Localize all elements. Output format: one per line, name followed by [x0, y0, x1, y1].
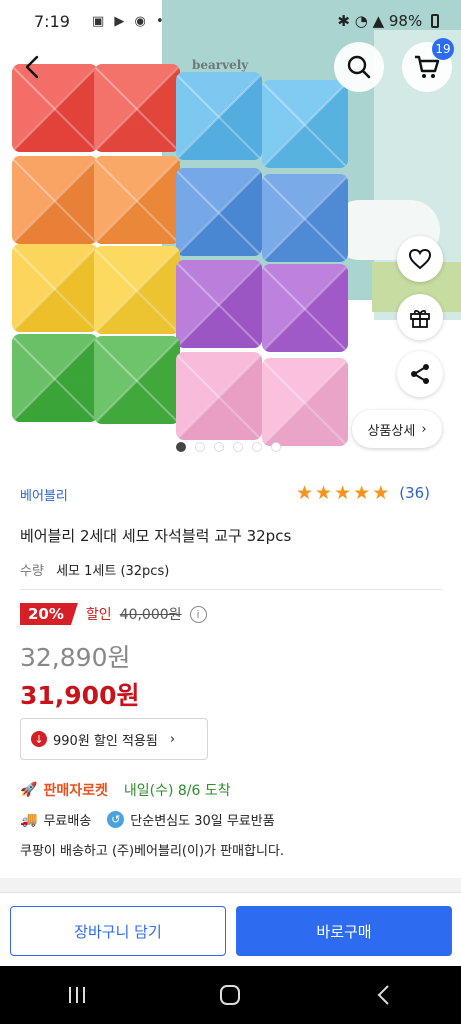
brand-link[interactable]: 베어블리: [20, 485, 68, 504]
rocket-label: 판매자로켓: [43, 783, 108, 799]
star-icon: ★: [315, 482, 333, 504]
block-green: [94, 336, 180, 424]
status-bar: 7:19 ▣ ▶ ◉ • ✱ ◔ ▲ 98%: [0, 0, 461, 44]
discount-label: 할인: [85, 607, 112, 623]
home-button[interactable]: [200, 975, 260, 1015]
block-blue: [176, 168, 262, 256]
block-yellow: [94, 246, 180, 334]
block-pink: [262, 358, 348, 446]
home-icon: [220, 985, 241, 1005]
down-arrow-icon: ↓: [31, 731, 47, 747]
pagination-dot[interactable]: [271, 442, 281, 452]
section-divider: [0, 878, 461, 892]
recent-apps-icon: [68, 987, 85, 1003]
cart-count-badge: 19: [432, 38, 454, 60]
magnet-blocks: [12, 64, 376, 448]
notification-icons: ▣ ▶ ◉ •: [92, 14, 167, 29]
delivery-date: 내일(수) 8/6 도착: [123, 783, 231, 799]
return-icon: ↺: [107, 811, 125, 828]
status-time: 7:19: [34, 12, 70, 31]
pagination-dot[interactable]: [195, 442, 205, 452]
sale-price: 32,890원: [20, 643, 131, 672]
quantity-row[interactable]: 수량 세모 1세트 (32pcs): [20, 560, 169, 579]
free-shipping: 무료배송: [43, 814, 92, 829]
back-chevron-icon: [377, 985, 389, 1005]
share-icon: [411, 364, 429, 384]
star-icon: ★: [296, 482, 314, 504]
chevron-right-icon: ›: [421, 421, 427, 437]
block-yellow: [12, 244, 98, 332]
final-price: 31,900원: [20, 681, 140, 710]
pagination-dot[interactable]: [252, 442, 262, 452]
buy-now-button[interactable]: 바로구매: [236, 906, 452, 956]
block-orange: [12, 156, 98, 244]
pagination-dot-active[interactable]: [176, 442, 186, 452]
original-price: 40,000원: [119, 607, 182, 623]
rating[interactable]: ★ ★ ★ ★ ★ (36): [296, 483, 430, 503]
star-icon: ★: [353, 482, 371, 504]
back-arrow-icon: [25, 55, 39, 79]
seller-note: 쿠팡이 배송하고 (주)베어블리(이)가 판매합니다.: [20, 844, 285, 859]
heart-icon: [408, 248, 432, 270]
product-detail-button[interactable]: 상품상세 ›: [352, 410, 442, 448]
benefits-row: 🚚 무료배송 ↺ 단순변심도 30일 무료반품: [20, 810, 275, 829]
review-count[interactable]: (36): [399, 484, 430, 502]
block-orange: [94, 156, 180, 244]
system-nav-bar: [0, 966, 461, 1024]
rocket-icon: 🚀: [20, 782, 38, 798]
block-green: [12, 334, 98, 422]
image-pagination: [176, 442, 281, 452]
star-icon: ★: [372, 482, 390, 504]
discount-badge: 20%: [20, 603, 78, 625]
share-button[interactable]: [397, 351, 443, 397]
search-button[interactable]: [334, 42, 384, 92]
battery-text: 98%: [388, 12, 423, 30]
bottom-action-bar: 장바구니 담기 바로구매: [0, 892, 461, 966]
chevron-right-icon: ›: [169, 731, 176, 747]
quantity-label: 수량: [20, 564, 44, 579]
pagination-dot[interactable]: [233, 442, 243, 452]
divider: [20, 589, 442, 590]
block-sky: [262, 80, 348, 168]
search-icon: [347, 55, 371, 79]
discount-row: 20% 할인 40,000원 i: [20, 603, 207, 625]
star-icon: ★: [334, 482, 352, 504]
gift-icon: [410, 309, 430, 328]
back-button[interactable]: [8, 42, 58, 92]
info-icon[interactable]: i: [189, 605, 207, 623]
pagination-dot[interactable]: [214, 442, 224, 452]
battery-icon: [431, 14, 439, 28]
block-blue: [262, 174, 348, 262]
signal-icons: ✱ ◔ ▲: [337, 12, 389, 30]
cart-button[interactable]: 19: [402, 38, 454, 92]
coupon-text: 990원 할인 적용됨: [53, 733, 158, 749]
product-image[interactable]: bearvely: [0, 0, 461, 462]
block-purple: [176, 260, 262, 348]
product-detail-label: 상품상세: [367, 423, 416, 439]
gift-button[interactable]: [397, 294, 443, 340]
recent-apps-button[interactable]: [47, 975, 107, 1015]
coupon-button[interactable]: ↓ 990원 할인 적용됨 ›: [20, 718, 208, 760]
rocket-delivery-row: 🚀 판매자로켓 내일(수) 8/6 도착: [20, 780, 231, 800]
block-purple: [262, 264, 348, 352]
block-red: [94, 64, 180, 152]
block-sky: [176, 72, 262, 160]
status-right: ✱ ◔ ▲ 98%: [337, 12, 439, 30]
system-back-button[interactable]: [354, 975, 414, 1015]
add-to-cart-button[interactable]: 장바구니 담기: [10, 906, 226, 956]
quantity-value: 세모 1세트 (32pcs): [56, 564, 170, 579]
truck-icon: 🚚: [20, 811, 38, 828]
free-return: 단순변심도 30일 무료반품: [130, 814, 275, 829]
block-pink: [176, 352, 262, 440]
wishlist-button[interactable]: [397, 236, 443, 282]
product-title: 베어블리 2세대 세모 자석블럭 교구 32pcs: [20, 527, 292, 545]
